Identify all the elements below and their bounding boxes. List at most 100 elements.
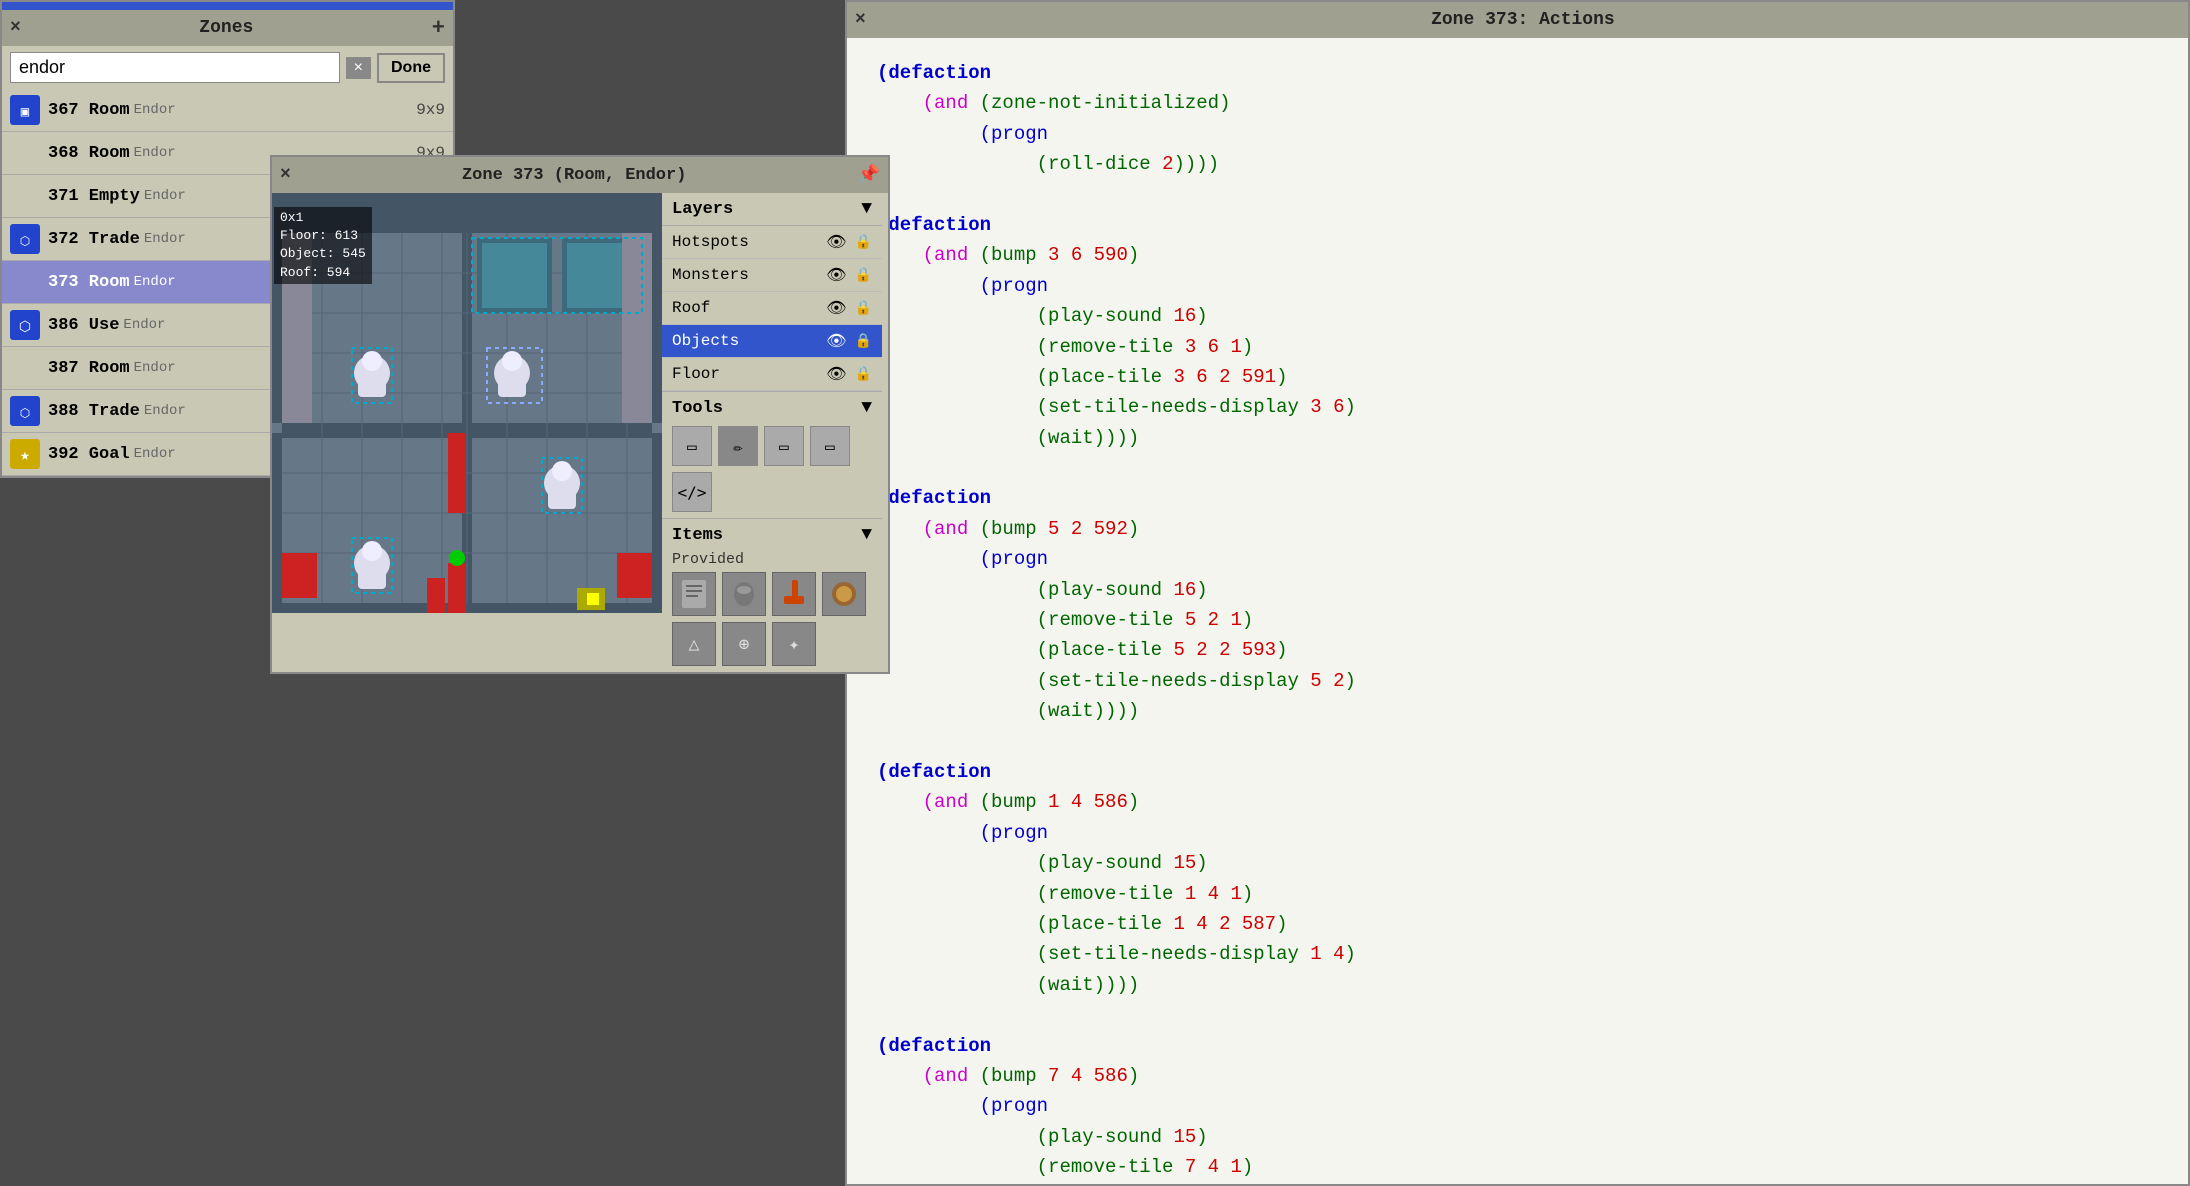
svg-text:⬡: ⬡ [19,320,31,336]
zone-icon-svg-367: ▣ [11,96,39,124]
svg-text:⊕: ⊕ [739,636,750,656]
tool-code-button[interactable]: </> [672,472,712,512]
layer-item-floor[interactable]: Floor 👁 🔒 [662,358,882,391]
zone-name-392: 392 Goal [48,445,130,464]
actions-panel: × Zone 373: Actions (defaction (and (zon… [845,0,2190,1186]
items-header: Items ▼ [672,525,872,545]
layer-name-objects: Objects [672,332,826,350]
tool-select-button[interactable]: ▭ [672,426,712,466]
zone-name-373: 373 Room [48,273,130,292]
layer-eye-objects[interactable]: 👁 [826,331,846,351]
zones-search-input[interactable] [10,52,340,83]
item-icon-1[interactable] [722,572,766,616]
zone-tag-388: Endor [144,403,186,419]
items-title: Items [672,526,723,545]
zone-icon-388: ⬡ [10,396,40,426]
layer-item-monsters[interactable]: Monsters 👁 🔒 [662,259,882,292]
zone-tag-372: Endor [144,231,186,247]
layer-eye-roof[interactable]: 👁 [826,298,846,318]
zone-name-367: 367 Room [48,101,130,120]
layer-eye-monsters[interactable]: 👁 [826,265,846,285]
tools-collapse-icon[interactable]: ▼ [861,398,872,418]
zones-titlebar: × Zones + [2,10,453,46]
canvas-roof: Roof: 594 [280,264,366,282]
zone-name-388: 388 Trade [48,402,140,421]
zone-icon-svg-386: ⬡ [11,311,39,339]
items-collapse-icon[interactable]: ▼ [861,525,872,545]
layer-lock-monsters[interactable]: 🔒 [855,267,872,284]
layers-header: Layers ▼ [662,193,882,226]
zone-editor-pin-button[interactable]: 📌 [858,164,880,186]
zone-name-387: 387 Room [48,359,130,378]
zone-canvas[interactable]: 0x1 Floor: 613 Object: 545 Roof: 594 [272,193,662,613]
tools-buttons: ▭ ✏ ▭ ▭ </> [672,426,872,512]
layer-item-roof[interactable]: Roof 👁 🔒 [662,292,882,325]
tool-fill-button[interactable]: ▭ [810,426,850,466]
canvas-floor: Floor: 613 [280,227,366,245]
zone-editor-close-button[interactable]: × [280,165,291,185]
layer-lock-floor[interactable]: 🔒 [855,366,872,383]
zone-editor-titlebar: × Zone 373 (Room, Endor) 📌 [272,157,888,193]
zone-tag-368: Endor [134,145,176,161]
zones-clear-button[interactable]: × [346,57,371,79]
zone-tag-371: Endor [144,188,186,204]
layer-item-hotspots[interactable]: Hotspots 👁 🔒 [662,226,882,259]
item-icon-2[interactable] [772,572,816,616]
svg-text:⬡: ⬡ [20,235,30,249]
zone-editor-title: Zone 373 (Room, Endor) [291,166,858,185]
code-view[interactable]: (defaction (and (zone-not-initialized) (… [847,38,2188,1184]
zone-icon-372: ⬡ [10,224,40,254]
zone-tag-373: Endor [134,274,176,290]
zones-add-button[interactable]: + [432,16,445,41]
svg-text:△: △ [689,636,700,656]
layer-eye-floor[interactable]: 👁 [826,364,846,384]
zones-done-button[interactable]: Done [377,53,445,83]
layer-eye-hotspots[interactable]: 👁 [826,232,846,252]
item-icon-3[interactable] [822,572,866,616]
item-icon-0[interactable] [672,572,716,616]
item-icon-4[interactable]: △ [672,622,716,666]
zone-icon-387 [10,353,40,383]
canvas-info: 0x1 Floor: 613 Object: 545 Roof: 594 [274,207,372,284]
item-icon-5[interactable]: ⊕ [722,622,766,666]
items-grid [672,572,872,616]
zone-item-367[interactable]: ▣ 367 Room Endor 9x9 [2,89,453,132]
layer-name-roof: Roof [672,299,826,317]
zone-name-386: 386 Use [48,316,119,335]
zone-tag-386: Endor [123,317,165,333]
tools-header: Tools ▼ [672,398,872,418]
zone-size-367: 9x9 [416,101,445,119]
layer-name-floor: Floor [672,365,826,383]
item-svg-5: ⊕ [726,626,762,662]
tools-title: Tools [672,399,723,418]
zones-top-bar [2,2,453,10]
svg-text:★: ★ [20,447,30,465]
item-svg-2 [776,576,812,612]
layer-lock-roof[interactable]: 🔒 [855,300,872,317]
item-svg-6: ✦ [776,626,812,662]
layer-item-objects[interactable]: Objects 👁 🔒 [662,325,882,358]
zone-name-368: 368 Room [48,144,130,163]
layer-lock-objects[interactable]: 🔒 [855,333,872,350]
zone-icon-svg-388: ⬡ [11,397,39,425]
tools-panel: Tools ▼ ▭ ✏ ▭ ▭ </> [662,391,882,518]
items-provided-label: Provided [672,551,872,568]
tool-pencil-button[interactable]: ✏ [718,426,758,466]
zone-name-372: 372 Trade [48,230,140,249]
layer-lock-hotspots[interactable]: 🔒 [855,234,872,251]
zone-icon-svg-372: ⬡ [11,225,39,253]
item-icon-6[interactable]: ✦ [772,622,816,666]
zones-search-bar: × Done [2,46,453,89]
zones-title: Zones [21,18,432,38]
layers-side-panel: Layers ▼ Hotspots 👁 🔒 Monsters 👁 🔒 Roof … [662,193,882,672]
layers-collapse-icon[interactable]: ▼ [861,199,872,219]
actions-close-button[interactable]: × [855,10,866,30]
items-panel: Items ▼ Provided [662,518,882,672]
svg-text:▣: ▣ [21,105,30,121]
zone-icon-386: ⬡ [10,310,40,340]
canvas-object: Object: 545 [280,245,366,263]
editor-body: 0x1 Floor: 613 Object: 545 Roof: 594 [272,193,888,672]
zones-close-button[interactable]: × [10,18,21,38]
actions-titlebar: × Zone 373: Actions [847,2,2188,38]
tool-rect-button[interactable]: ▭ [764,426,804,466]
